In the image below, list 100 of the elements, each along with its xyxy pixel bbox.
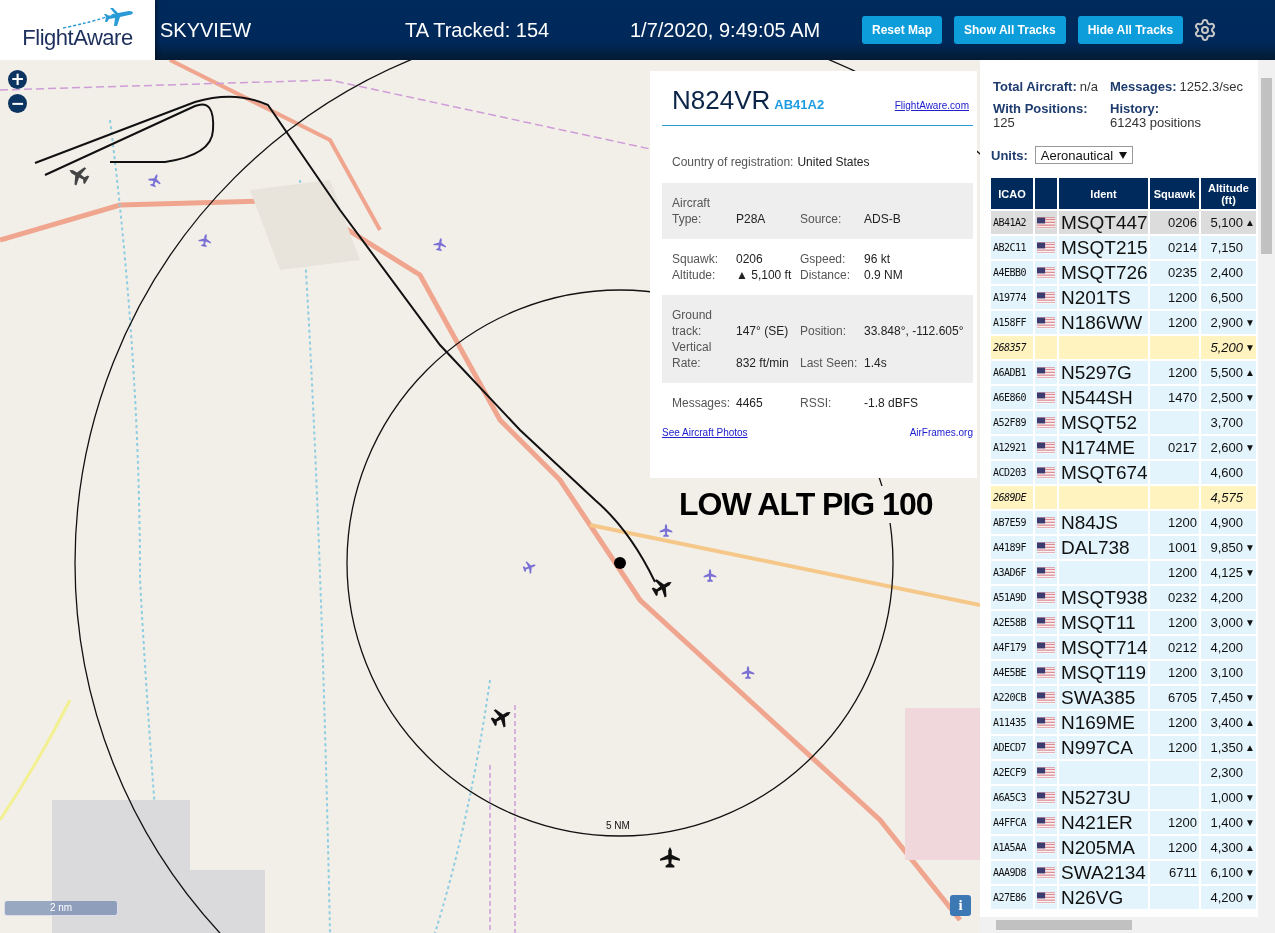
icao-cell[interactable]: A1A5AA (991, 836, 1033, 859)
flag-icon (1037, 891, 1055, 904)
icao-cell[interactable]: A2ECF9 (991, 761, 1033, 784)
squawk-cell: 0232 (1150, 586, 1199, 609)
flag-icon (1037, 266, 1055, 279)
icao-cell[interactable]: ACD203 (991, 461, 1033, 484)
airframes-link[interactable]: AirFrames.org (909, 427, 973, 438)
icao-cell[interactable]: A4189F (991, 536, 1033, 559)
flag-icon (1037, 541, 1055, 554)
ident-cell[interactable]: SWA2134 (1059, 861, 1148, 884)
squawk-cell: 0206 (1150, 211, 1199, 234)
icao-cell[interactable]: AAA9D8 (991, 861, 1033, 884)
flag-icon (1037, 816, 1055, 829)
ident-cell[interactable]: N186WW (1059, 311, 1148, 334)
field-label: Altitude: (672, 267, 717, 283)
column-header[interactable]: Squawk (1150, 178, 1199, 209)
ident-cell[interactable]: MSQT714 (1059, 636, 1148, 659)
ident-cell[interactable]: N205MA (1059, 836, 1148, 859)
field-label: Last Seen: (800, 355, 859, 371)
squawk-cell (1150, 411, 1199, 434)
icao-cell[interactable]: A6ADB1 (991, 361, 1033, 384)
icao-cell[interactable]: A220CB (991, 686, 1033, 709)
flightaware-link[interactable]: FlightAware.com (894, 100, 969, 111)
ident-cell[interactable] (1059, 561, 1148, 584)
photos-link[interactable]: See Aircraft Photos (662, 427, 748, 438)
ident-cell[interactable]: N5273U (1059, 786, 1148, 809)
squawk-cell: 1200 (1150, 611, 1199, 634)
ident-cell[interactable] (1059, 761, 1148, 784)
settings-icon[interactable] (1193, 18, 1218, 42)
field-value: 832 ft/min (736, 355, 790, 371)
ident-cell[interactable]: MSQT52 (1059, 411, 1148, 434)
column-header[interactable]: ICAO (991, 178, 1033, 209)
ident-cell[interactable]: MSQT447 (1059, 211, 1148, 234)
flag-icon (1037, 716, 1055, 729)
column-header[interactable]: Ident (1059, 178, 1148, 209)
ident-cell[interactable] (1059, 486, 1148, 509)
ident-cell[interactable]: SWA385 (1059, 686, 1148, 709)
icao-cell[interactable]: A12921 (991, 436, 1033, 459)
ident-cell[interactable]: MSQT674 (1059, 461, 1148, 484)
icao-cell[interactable]: AB2C11 (991, 236, 1033, 259)
icao-cell[interactable]: A4F179 (991, 636, 1033, 659)
icao-cell[interactable]: 2689DE (991, 486, 1033, 509)
ident-cell[interactable]: MSQT11 (1059, 611, 1148, 634)
icao-cell[interactable]: A52F89 (991, 411, 1033, 434)
field-label: Squawk: (672, 251, 720, 267)
flag-icon (1037, 566, 1055, 579)
flag-icon (1037, 391, 1055, 404)
icao-cell[interactable]: ADECD7 (991, 736, 1033, 759)
aircraft-icon[interactable] (660, 847, 680, 868)
altitude-cell: 3,400▲ (1201, 711, 1256, 734)
ident-cell[interactable]: N174ME (1059, 436, 1148, 459)
squawk-cell (1150, 886, 1199, 909)
icao-cell[interactable]: A2E58B (991, 611, 1033, 634)
squawk-cell: 1200 (1150, 811, 1199, 834)
ident-cell[interactable]: MSQT215 (1059, 236, 1148, 259)
field-value: 4465 (736, 395, 764, 411)
ident-cell[interactable]: N5297G (1059, 361, 1148, 384)
vertical-scrollbar[interactable] (1258, 60, 1275, 933)
ident-cell[interactable]: N544SH (1059, 386, 1148, 409)
ident-cell[interactable]: MSQT119 (1059, 661, 1148, 684)
icao-cell[interactable]: A6A5C3 (991, 786, 1033, 809)
horizontal-scrollbar[interactable] (980, 917, 1258, 933)
flag-icon (1037, 241, 1055, 254)
icao-cell[interactable]: A4EBB0 (991, 261, 1033, 284)
units-select[interactable]: Aeronautical (1034, 146, 1134, 164)
ident-cell[interactable]: DAL738 (1059, 536, 1148, 559)
icao-cell[interactable]: A51A9D (991, 586, 1033, 609)
column-header[interactable]: Altitude (ft) (1201, 178, 1256, 209)
ident-cell[interactable]: MSQT938 (1059, 586, 1148, 609)
aircraft-icon[interactable] (69, 167, 90, 186)
icao-cell[interactable]: A158FF (991, 311, 1033, 334)
icao-cell[interactable]: A4E5BE (991, 661, 1033, 684)
ident-cell[interactable]: N84JS (1059, 511, 1148, 534)
ident-cell[interactable]: N169ME (1059, 711, 1148, 734)
aircraft-icon[interactable] (651, 579, 672, 598)
icao-code: AB41A2 (774, 97, 825, 112)
ident-cell[interactable] (1059, 336, 1148, 359)
ident-cell[interactable]: N421ER (1059, 811, 1148, 834)
field-label: Vertical Rate: (672, 339, 713, 371)
icao-cell[interactable]: A6E860 (991, 386, 1033, 409)
icao-cell[interactable]: 268357 (991, 336, 1033, 359)
icao-cell[interactable]: A3AD6F (991, 561, 1033, 584)
icao-cell[interactable]: A11435 (991, 711, 1033, 734)
icao-cell[interactable]: AB7E59 (991, 511, 1033, 534)
ident-cell[interactable]: N201TS (1059, 286, 1148, 309)
icao-cell[interactable]: AB41A2 (991, 211, 1033, 234)
field-label: Source: (800, 211, 843, 227)
ident-cell[interactable]: N26VG (1059, 886, 1148, 909)
icao-cell[interactable]: A4FFCA (991, 811, 1033, 834)
info-button[interactable]: i (950, 895, 971, 916)
aircraft-icon[interactable] (490, 709, 511, 728)
squawk-cell: 1200 (1150, 711, 1199, 734)
altitude-cell: 4,900 (1201, 511, 1256, 534)
squawk-cell: 1200 (1150, 836, 1199, 859)
ident-cell[interactable]: MSQT726 (1059, 261, 1148, 284)
ident-cell[interactable]: N997CA (1059, 736, 1148, 759)
icao-cell[interactable]: A19774 (991, 286, 1033, 309)
flag-icon (1037, 666, 1055, 679)
squawk-cell (1150, 761, 1199, 784)
icao-cell[interactable]: A27E86 (991, 886, 1033, 909)
